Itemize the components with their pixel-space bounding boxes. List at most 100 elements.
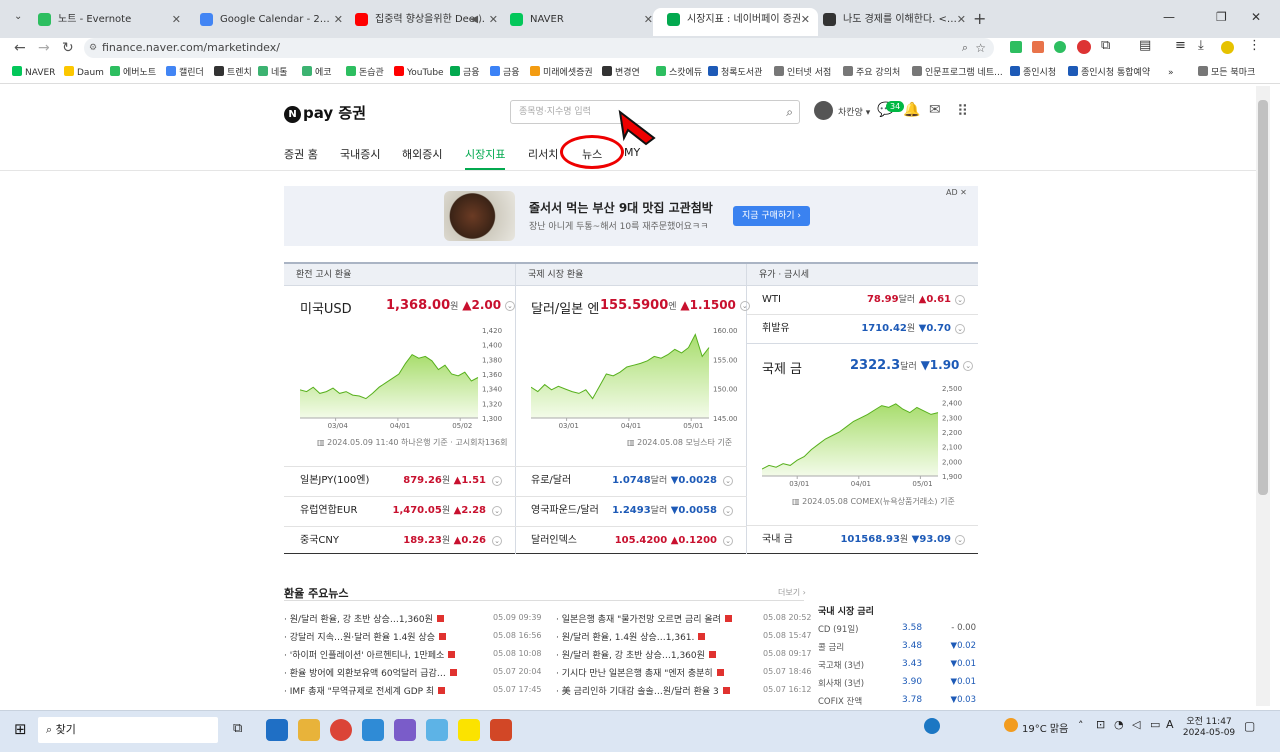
browser-tab[interactable]: NAVER ✕ — [496, 8, 661, 36]
taskbar-search[interactable]: ⌕ 찾기 — [38, 717, 218, 743]
powerpoint-icon[interactable] — [490, 719, 512, 741]
close-window-icon[interactable]: ✕ — [1251, 10, 1261, 24]
rate-row[interactable]: COFIX 잔액 3.78 ▼0.03 — [818, 695, 976, 711]
bookmark-item[interactable]: 인문프로그램 네트... — [912, 62, 1003, 84]
usd-name[interactable]: 미국USD — [300, 302, 352, 317]
bookmark-item[interactable]: 트렌치 — [214, 62, 252, 84]
download-icon[interactable]: ⤓ — [1198, 38, 1204, 53]
ad-banner[interactable] — [284, 186, 978, 246]
bookmark-item[interactable]: 에코 — [302, 62, 332, 84]
maximize-icon[interactable]: ❐ — [1216, 10, 1227, 24]
kakaotalk-icon[interactable] — [458, 719, 480, 741]
browser-tab[interactable]: 노트 - Evernote ✕ — [24, 8, 189, 36]
nav-tab[interactable]: MY — [624, 146, 640, 159]
tab-close-icon[interactable]: ✕ — [172, 8, 181, 32]
mail-icon[interactable]: ✉ — [929, 102, 941, 118]
adblock-icon[interactable] — [1077, 40, 1091, 54]
ad-title[interactable]: 줄서서 먹는 부산 9대 맛집 고관첨박 — [529, 199, 713, 216]
ad-buy-button[interactable]: 지금 구매하기 › — [733, 206, 810, 226]
speaker-icon[interactable]: ◀) — [470, 8, 482, 32]
app-icon[interactable] — [394, 719, 416, 741]
scrollbar-thumb[interactable] — [1258, 100, 1268, 495]
browser-tab[interactable]: 집중력 향상을위한 Deep F ◀) ✕ — [341, 8, 506, 36]
extension-icon[interactable] — [1010, 41, 1022, 53]
media-icon[interactable]: ≡ — [1175, 38, 1186, 53]
market-row[interactable]: 유로/달러 1.0748달러 ▼0.0028 ⌄ — [531, 466, 733, 496]
user-menu[interactable]: 차칸양 ▾ — [814, 101, 870, 123]
toggle-icon[interactable]: ⌄ — [492, 476, 502, 486]
rate-row[interactable]: CD (91일) 3.58- 0.00 — [818, 623, 976, 639]
language-icon[interactable]: A — [1166, 718, 1174, 731]
sidepanel-icon[interactable]: ▤ — [1139, 38, 1151, 53]
app-icon[interactable] — [426, 719, 448, 741]
wti-row[interactable]: WTI 78.99달러 ▲0.61 ⌄ — [762, 285, 965, 315]
site-info-icon[interactable]: ⚙ — [89, 38, 97, 58]
browser-tab[interactable]: 시장지표 : 네이버페이 증권 ✕ — [653, 8, 818, 36]
market-row[interactable]: 달러인덱스 105.4200 ▲0.1200 ⌄ — [531, 526, 733, 556]
bell-icon[interactable]: 🔔 — [903, 102, 920, 118]
app-icon[interactable] — [362, 719, 384, 741]
news-more-link[interactable]: 더보기 › — [778, 587, 806, 598]
news-item[interactable]: · '하이퍼 인플레이션' 아르헨티나, 1만페소 — [284, 648, 456, 661]
toggle-icon[interactable]: ⌄ — [955, 295, 965, 305]
task-view-icon[interactable]: ⧉ — [233, 721, 242, 736]
minimize-icon[interactable]: — — [1163, 10, 1175, 24]
wifi-icon[interactable]: ◔ — [1114, 718, 1124, 731]
toggle-icon[interactable]: ⌄ — [504, 301, 515, 311]
weather-text[interactable]: 19°C 맑음 — [1022, 720, 1068, 735]
bookmark-item[interactable]: 종인시청 — [1010, 62, 1056, 84]
extension-icon[interactable] — [1032, 41, 1044, 53]
bookmark-item[interactable]: 금융 — [490, 62, 520, 84]
news-item[interactable]: · 강달러 지속…원·달러 환율 1.4원 상승 — [284, 630, 446, 643]
omnibox[interactable]: ⚙ finance.naver.com/marketindex/ ⌕ ☆ — [84, 38, 994, 58]
news-item[interactable]: · 환율 방어에 외환보유액 60억달러 급감… — [284, 666, 457, 679]
news-item[interactable]: · 美 금리인하 기대감 솔솔…원/달러 환율 3 — [556, 684, 730, 697]
clock-time[interactable]: 오전 11:47 — [1184, 714, 1234, 727]
extensions-puzzle-icon[interactable]: ⧉ — [1101, 38, 1110, 53]
news-item[interactable]: · 원/달러 환율, 강 초반 상승…1,360원 — [284, 612, 444, 625]
bookmark-item[interactable]: 주요 강의처 — [843, 62, 900, 84]
extension-icon[interactable] — [1054, 41, 1066, 53]
forward-icon[interactable]: → — [38, 38, 50, 58]
toggle-icon[interactable]: ⌄ — [955, 324, 965, 334]
reload-icon[interactable]: ↻ — [62, 38, 74, 58]
ad-close-tag[interactable]: AD ✕ — [946, 188, 967, 197]
toggle-icon[interactable]: ⌄ — [723, 476, 733, 486]
apps-grid-icon[interactable]: ⠿ — [957, 102, 968, 120]
toggle-icon[interactable]: ⌄ — [723, 506, 733, 516]
jpy-header[interactable]: 달러/일본 엔 — [531, 298, 599, 317]
market-row[interactable]: 중국CNY 189.23원 ▲0.26 ⌄ — [300, 526, 502, 556]
tab-close-icon[interactable]: ✕ — [644, 8, 653, 32]
browser-tab[interactable]: 나도 경제를 이해한다. <돈습관✕ — [809, 8, 974, 36]
chrome-icon[interactable] — [330, 719, 352, 741]
rate-row[interactable]: 콜 금리 3.48 ▼0.02 — [818, 641, 976, 657]
clock-date[interactable]: 2024-05-09 — [1180, 728, 1238, 738]
toggle-icon[interactable]: ⌄ — [492, 506, 502, 516]
news-item[interactable]: · 원/달러 환율, 강 초반 상승…1,360원 — [556, 648, 716, 661]
menu-dots-icon[interactable]: ⋮ — [1248, 38, 1261, 53]
rate-row[interactable]: 국고채 (3년) 3.43 ▼0.01 — [818, 659, 976, 675]
bookmark-item[interactable]: 인터넷 서점 — [774, 62, 831, 84]
more-bookmarks-icon[interactable]: » — [1168, 62, 1174, 84]
help-icon[interactable] — [924, 718, 940, 734]
nav-tab[interactable]: 시장지표 — [465, 146, 505, 162]
news-item[interactable]: · 기시다 만난 일본은행 총재 "엔저 충분히 — [556, 666, 724, 679]
toggle-icon[interactable]: ⌄ — [492, 536, 502, 546]
ad-food-image[interactable] — [444, 191, 515, 241]
gold-header[interactable]: 국제 금 — [762, 358, 802, 377]
tray-up-icon[interactable]: ˄ — [1078, 719, 1084, 732]
volume-icon[interactable]: ◁ — [1132, 718, 1140, 731]
browser-tab[interactable]: Google Calendar - 2024년 5월✕ — [186, 8, 351, 36]
bookmark-item[interactable]: 스캇에듀 — [656, 62, 702, 84]
domestic-gold-row[interactable]: 국내 금 101568.93원 ▼93.09 ⌄ — [762, 525, 965, 555]
app-icon[interactable] — [266, 719, 288, 741]
bookmark-item[interactable]: 네톨 — [258, 62, 288, 84]
toggle-icon[interactable]: ⌄ — [723, 536, 733, 546]
bookmark-item[interactable]: 미래에셋증권 — [530, 62, 593, 84]
gasoline-row[interactable]: 휘발유 1710.42원 ▼0.70 ⌄ — [762, 314, 965, 344]
bookmark-item[interactable]: 모든 북마크 — [1198, 62, 1255, 84]
bookmark-item[interactable]: 캘린더 — [166, 62, 204, 84]
windows-start-icon[interactable]: ⊞ — [14, 720, 27, 738]
display-icon[interactable]: ▭ — [1150, 718, 1160, 731]
bookmark-item[interactable]: Daum — [64, 62, 104, 84]
